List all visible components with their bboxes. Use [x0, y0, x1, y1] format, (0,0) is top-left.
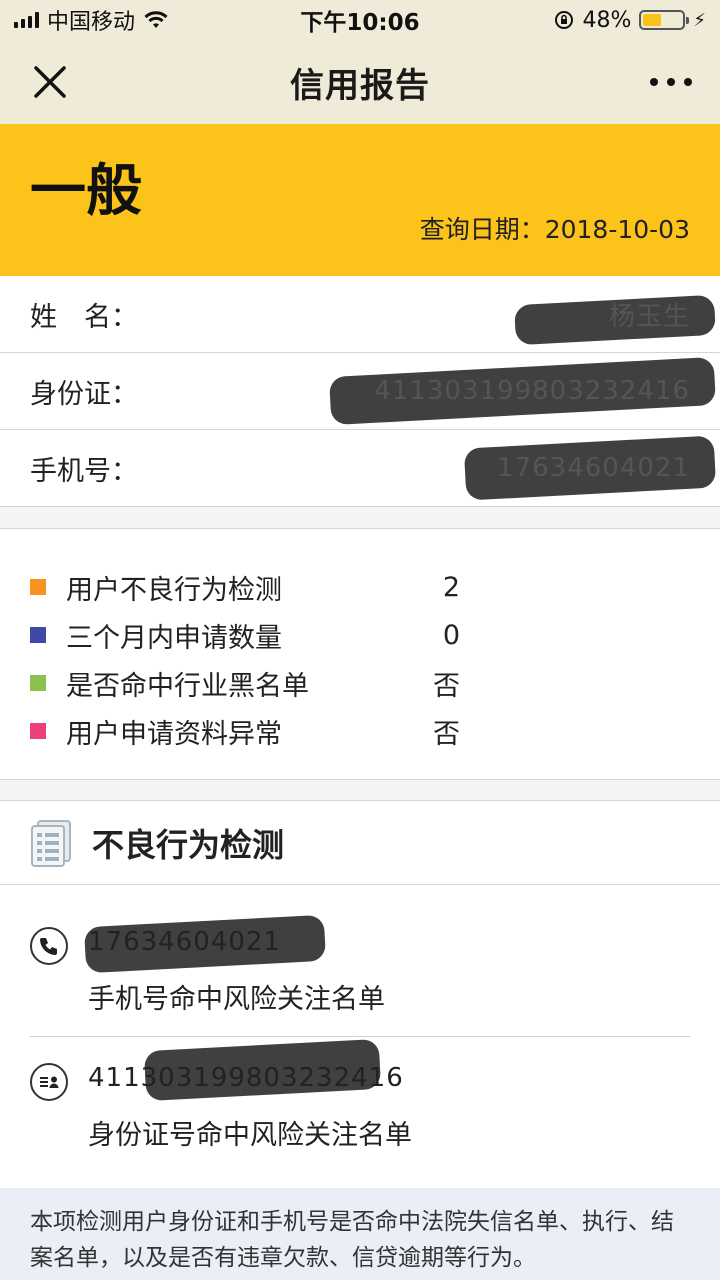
summary-item: 用户不良行为检测 2	[30, 567, 460, 607]
wifi-icon	[144, 11, 168, 28]
footer-note: 本项检测用户身份证和手机号是否命中法院失信名单、执行、结案名单，以及是否有违章欠…	[0, 1188, 720, 1280]
summary-value: 否	[433, 670, 460, 702]
rotation-lock-icon	[555, 11, 574, 29]
summary-value: 否	[433, 718, 460, 750]
document-icon	[31, 819, 71, 867]
id-card-icon	[30, 1063, 68, 1101]
detection-desc: 身份证号命中风险关注名单	[88, 1120, 412, 1151]
credit-level-banner: 一般 查询日期：2018-10-03	[0, 124, 720, 276]
summary-item: 三个月内申请数量 0	[30, 615, 460, 655]
detection-item: 411303199803232416 身份证号命中风险关注名单	[30, 1038, 690, 1163]
query-date-value: 2018-10-03	[544, 215, 690, 244]
identity-info: 姓 名： 杨玉生 身份证： 411303199803232416 手机号： 17…	[0, 276, 720, 507]
credit-level: 一般	[30, 159, 142, 224]
summary-label: 用户申请资料异常	[66, 718, 282, 750]
battery-icon	[639, 10, 690, 30]
phone-icon	[30, 927, 68, 965]
info-value: 411303199803232416	[374, 376, 690, 406]
summary-value: 2	[442, 571, 460, 603]
charging-icon: ⚡	[693, 9, 706, 31]
legend-square	[30, 723, 46, 739]
legend-square	[30, 627, 46, 643]
summary-label: 三个月内申请数量	[66, 622, 282, 654]
section-title: 不良行为检测	[92, 825, 285, 864]
info-value: 杨玉生	[608, 301, 690, 332]
legend-square	[30, 675, 46, 691]
status-bar: 中国移动 下午10:06 48% ⚡	[0, 0, 720, 40]
query-date-label: 查询日期：	[419, 215, 545, 244]
summary-value: 0	[442, 619, 460, 651]
info-row-name: 姓 名： 杨玉生	[0, 276, 720, 353]
info-label: 手机号：	[30, 455, 138, 487]
info-label: 姓 名：	[30, 301, 138, 333]
more-icon[interactable]	[650, 78, 692, 86]
section-header: 不良行为检测	[0, 801, 720, 885]
info-value: 17634604021	[497, 453, 690, 483]
query-date: 查询日期：2018-10-03	[420, 210, 690, 246]
info-row-phone: 手机号： 17634604021	[0, 430, 720, 507]
close-icon[interactable]	[30, 62, 70, 102]
summary-item: 用户申请资料异常 否	[30, 711, 460, 751]
info-label: 身份证：	[30, 378, 138, 410]
detection-desc: 手机号命中风险关注名单	[88, 984, 385, 1015]
detection-item: 17634604021 手机号命中风险关注名单	[30, 914, 690, 1027]
summary-item: 是否命中行业黑名单 否	[30, 663, 460, 703]
page-title: 信用报告	[290, 65, 430, 106]
detection-value: 411303199803232416	[88, 1063, 404, 1093]
summary-label: 是否命中行业黑名单	[66, 670, 309, 702]
battery-percent: 48%	[582, 7, 632, 33]
info-row-id: 身份证： 411303199803232416	[0, 353, 720, 430]
divider	[30, 1036, 690, 1037]
signal-icon	[14, 12, 39, 28]
legend-square	[30, 579, 46, 595]
summary-list: 用户不良行为检测 2 三个月内申请数量 0 是否命中行业黑名单 否 用户申请资料…	[0, 528, 720, 780]
summary-label: 用户不良行为检测	[66, 574, 282, 606]
carrier-label: 中国移动	[47, 10, 136, 35]
nav-bar: 信用报告	[0, 40, 720, 124]
detection-value: 17634604021	[88, 927, 281, 957]
bad-behavior-section: 不良行为检测 17634604021 手机号命中风险关注名单 411303199…	[0, 800, 720, 1188]
